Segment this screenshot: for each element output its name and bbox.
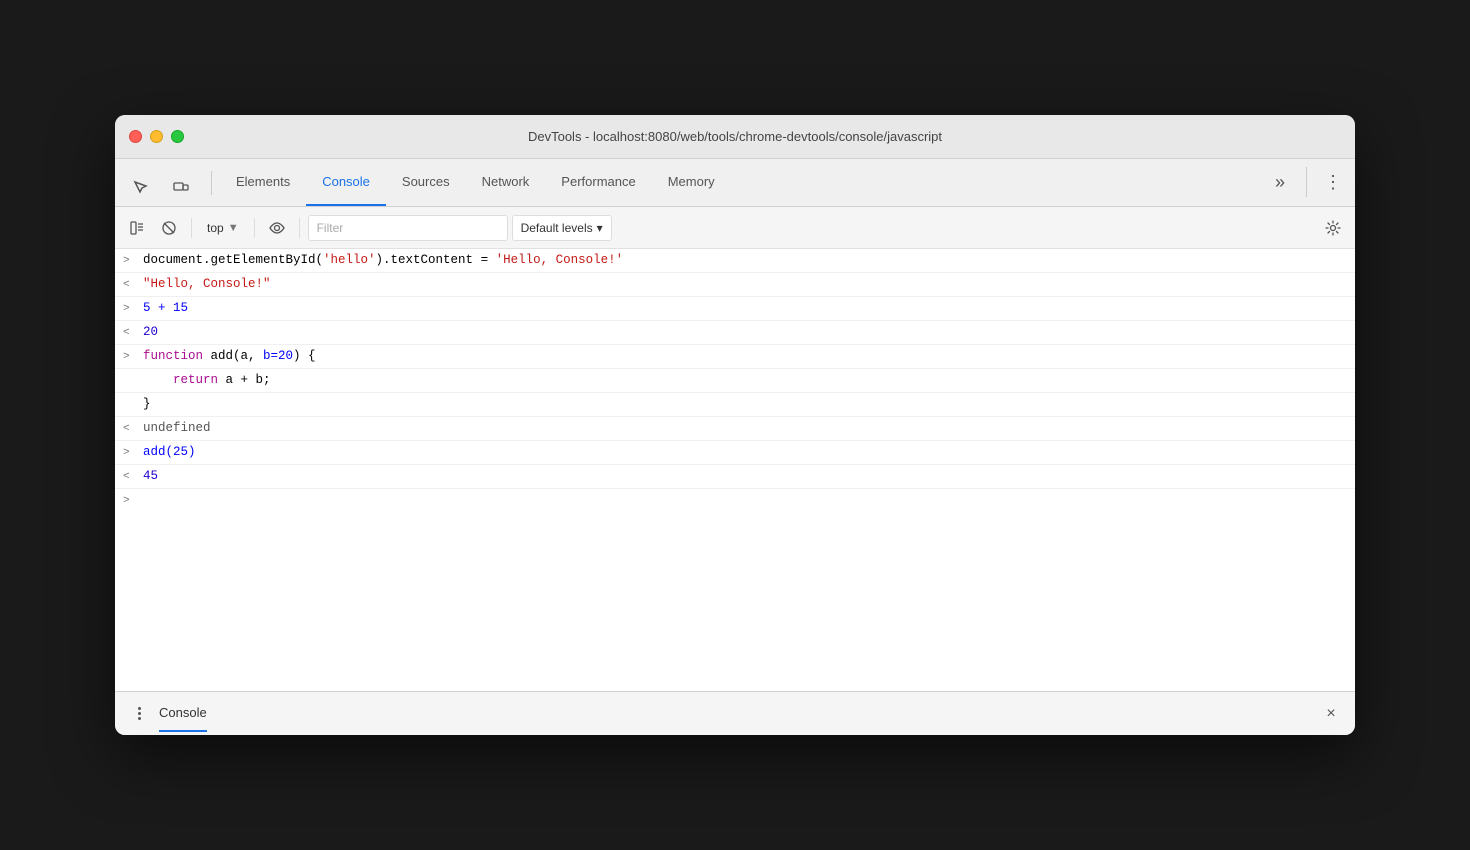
console-line-content: "Hello, Console!"	[143, 275, 1355, 293]
console-line-content: add(25)	[143, 443, 1355, 461]
tab-separator	[211, 171, 212, 195]
prompt-arrow: >	[123, 491, 143, 510]
traffic-lights	[129, 130, 184, 143]
console-multiline: > function add(a, b=20) {	[115, 345, 1355, 369]
console-line-content: }	[143, 395, 1355, 413]
console-line: > add(25)	[115, 441, 1355, 465]
console-output-line: < undefined	[115, 417, 1355, 441]
devtools-menu-button[interactable]: ⋮	[1319, 168, 1347, 196]
tabs-right-controls: » ⋮	[1266, 158, 1347, 206]
multiline-arrow	[123, 371, 143, 390]
console-line-content: 5 + 15	[143, 299, 1355, 317]
toolbar-separator-1	[191, 218, 192, 238]
tab-elements[interactable]: Elements	[220, 158, 306, 206]
console-output[interactable]: > document.getElementById('hello').textC…	[115, 249, 1355, 691]
tab-memory[interactable]: Memory	[652, 158, 731, 206]
console-line-content: document.getElementById('hello').textCon…	[143, 251, 1355, 269]
input-arrow: >	[123, 299, 143, 318]
multiline-arrow	[123, 395, 143, 414]
maximize-button[interactable]	[171, 130, 184, 143]
console-line-content: undefined	[143, 419, 1355, 437]
output-arrow: <	[123, 467, 143, 486]
inspect-element-icon[interactable]	[123, 170, 159, 206]
drawer-menu-button[interactable]	[127, 702, 151, 726]
clear-console-button[interactable]	[123, 214, 151, 242]
console-line: > document.getElementById('hello').textC…	[115, 249, 1355, 273]
output-arrow: <	[123, 323, 143, 342]
console-line-content: return a + b;	[143, 371, 1355, 389]
console-multiline: }	[115, 393, 1355, 417]
multiline-arrow: >	[123, 347, 143, 366]
tab-console[interactable]: Console	[306, 158, 386, 206]
console-line: > 5 + 15	[115, 297, 1355, 321]
tab-network[interactable]: Network	[466, 158, 546, 206]
console-settings-button[interactable]	[1319, 214, 1347, 242]
device-toggle-icon[interactable]	[163, 170, 199, 206]
console-output-line: < 45	[115, 465, 1355, 489]
console-input[interactable]	[143, 494, 1355, 508]
filter-input[interactable]	[308, 215, 508, 241]
drawer-console-label[interactable]: Console	[159, 705, 207, 732]
context-selector[interactable]: top ▼	[200, 214, 246, 242]
output-arrow: <	[123, 419, 143, 438]
log-levels-button[interactable]: Default levels ▾	[512, 215, 612, 241]
toolbar-separator-2	[254, 218, 255, 238]
bottom-drawer: Console ×	[115, 691, 1355, 735]
window-title: DevTools - localhost:8080/web/tools/chro…	[528, 129, 942, 144]
toolbar-separator-3	[299, 218, 300, 238]
console-line-content: function add(a, b=20) {	[143, 347, 1355, 365]
tab-sources[interactable]: Sources	[386, 158, 466, 206]
console-line-content: 45	[143, 467, 1355, 485]
live-expressions-button[interactable]	[263, 214, 291, 242]
more-tabs-button[interactable]: »	[1266, 168, 1294, 196]
console-toolbar: top ▼ Default levels ▾	[115, 207, 1355, 249]
input-arrow: >	[123, 251, 143, 270]
title-bar: DevTools - localhost:8080/web/tools/chro…	[115, 115, 1355, 159]
tab-performance[interactable]: Performance	[545, 158, 651, 206]
close-button[interactable]	[129, 130, 142, 143]
input-arrow: >	[123, 443, 143, 462]
devtools-window: DevTools - localhost:8080/web/tools/chro…	[115, 115, 1355, 735]
block-network-icon[interactable]	[155, 214, 183, 242]
minimize-button[interactable]	[150, 130, 163, 143]
console-line-content: 20	[143, 323, 1355, 341]
console-output-line: < "Hello, Console!"	[115, 273, 1355, 297]
console-multiline: return a + b;	[115, 369, 1355, 393]
output-arrow: <	[123, 275, 143, 294]
console-output-line: < 20	[115, 321, 1355, 345]
console-input-line[interactable]: >	[115, 489, 1355, 512]
tabs-row: Elements Console Sources Network Perform…	[115, 159, 1355, 207]
tab-vertical-separator	[1306, 167, 1307, 197]
drawer-close-button[interactable]: ×	[1319, 702, 1343, 726]
